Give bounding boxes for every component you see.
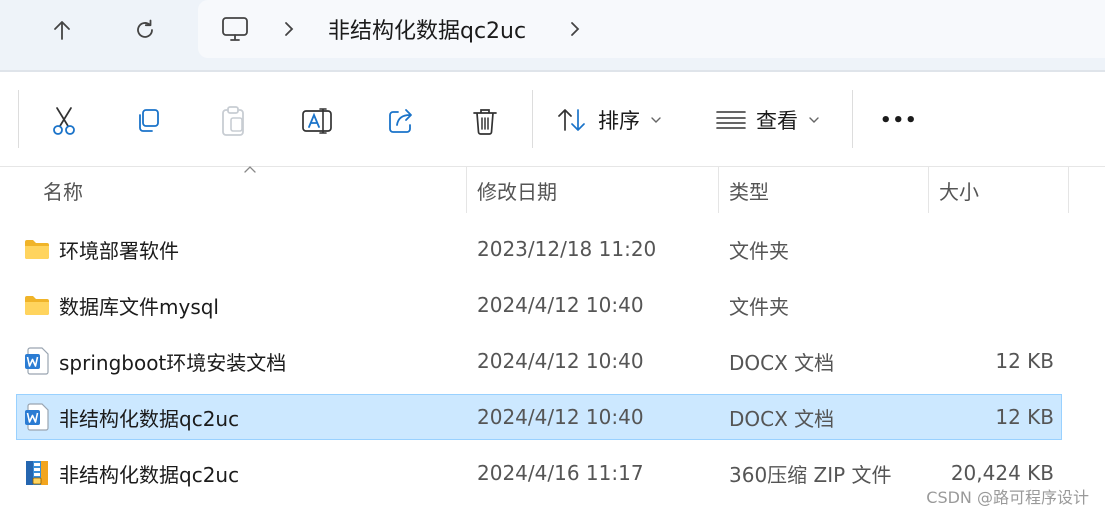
column-divider[interactable] [1068,167,1069,213]
sort-arrows-icon [558,109,585,131]
share-button[interactable] [378,98,424,144]
divider [18,90,19,148]
breadcrumb-label: 非结构化数据qc2uc [328,19,527,44]
copy-icon [139,109,159,132]
file-name: springboot环境安装文档 [59,350,287,375]
clipboard-icon [222,106,244,136]
command-bar: 排序 查看 ••• [0,72,1105,166]
address-field[interactable]: 非结构化数据qc2uc [198,0,1105,58]
breadcrumb-chevron-end[interactable] [568,0,582,58]
chevron-right-icon [571,22,580,36]
trash-icon [473,109,497,135]
column-header-size-label: 大小 [939,179,979,204]
file-row-selected[interactable]: 非结构化数据qc2uc 2024/4/12 10:40 DOCX 文档 12 K… [16,394,1062,440]
file-date: 2024/4/12 10:40 [477,405,644,429]
file-name-cell: 数据库文件mysql [24,282,219,328]
computer-location[interactable] [220,0,250,58]
file-date: 2023/12/18 11:20 [477,237,657,261]
up-button[interactable] [40,10,84,50]
cut-button[interactable] [41,98,87,144]
column-header-type-label: 类型 [729,179,769,204]
column-divider[interactable] [928,167,929,213]
folder-icon [25,296,49,315]
sort-ascending-indicator-icon [244,166,256,173]
column-header-date-label: 修改日期 [477,179,557,204]
file-type: 文件夹 [729,238,789,263]
arrow-up-icon [54,21,70,40]
share-icon [389,109,412,133]
file-size: 12 KB [995,405,1054,429]
paste-button[interactable] [210,98,256,144]
divider [532,90,533,148]
file-row[interactable]: 环境部署软件 2023/12/18 11:20 文件夹 [16,226,1062,272]
file-date: 2024/4/16 11:17 [477,461,644,485]
address-bar: 非结构化数据qc2uc [0,0,1105,70]
divider [852,90,853,148]
file-date: 2024/4/12 10:40 [477,349,644,373]
file-name-cell: springboot环境安装文档 [24,338,286,384]
file-type: DOCX 文档 [729,406,835,431]
chevron-down-icon [809,117,819,123]
sort-label: 排序 [598,109,640,133]
watermark: CSDN @路可程序设计 [926,488,1089,507]
file-row[interactable]: 数据库文件mysql 2024/4/12 10:40 文件夹 [16,282,1062,328]
word-doc-icon [25,403,49,431]
chevron-down-icon [651,117,661,123]
sort-button[interactable]: 排序 [556,94,662,146]
file-type: DOCX 文档 [729,350,835,375]
column-divider[interactable] [718,167,719,213]
refresh-button[interactable] [123,10,167,50]
file-type: 360压缩 ZIP 文件 [729,462,892,487]
file-name-cell: 环境部署软件 [24,226,179,272]
folder-icon [25,240,49,259]
chevron-right-icon [285,22,294,36]
copy-button[interactable] [125,98,171,144]
breadcrumb-chevron[interactable] [282,0,296,58]
more-options-button[interactable]: ••• [880,94,918,146]
column-divider[interactable] [466,167,467,213]
rename-button[interactable] [294,98,340,144]
file-size: 12 KB [995,349,1054,373]
word-doc-icon [25,347,49,375]
file-date: 2024/4/12 10:40 [477,293,644,317]
file-name: 环境部署软件 [59,238,179,263]
refresh-icon [137,19,153,38]
file-row[interactable]: springboot环境安装文档 2024/4/12 10:40 DOCX 文档… [16,338,1062,384]
file-row[interactable]: 非结构化数据qc2uc 2024/4/16 11:17 360压缩 ZIP 文件… [16,450,1062,496]
column-header-name[interactable]: 名称 [43,167,83,213]
zip-archive-icon [26,461,48,485]
file-type: 文件夹 [729,294,789,319]
breadcrumb-segment[interactable]: 非结构化数据qc2uc [328,0,526,58]
column-header-size[interactable]: 大小 [939,167,979,213]
column-header-type[interactable]: 类型 [729,167,769,213]
column-header-date[interactable]: 修改日期 [477,167,557,213]
column-header-name-label: 名称 [43,179,83,204]
file-name-cell: 非结构化数据qc2uc [24,394,239,440]
file-name: 数据库文件mysql [59,294,219,319]
file-name: 非结构化数据qc2uc [59,406,240,431]
view-button[interactable]: 查看 [716,94,820,146]
rename-icon [302,108,332,134]
file-name: 非结构化数据qc2uc [59,462,240,487]
delete-button[interactable] [462,98,508,144]
scissors-icon [53,107,75,135]
list-view-icon [716,111,746,129]
more-icon: ••• [880,109,918,131]
computer-icon [222,17,248,41]
view-label: 查看 [756,109,798,133]
file-name-cell: 非结构化数据qc2uc [24,450,239,496]
